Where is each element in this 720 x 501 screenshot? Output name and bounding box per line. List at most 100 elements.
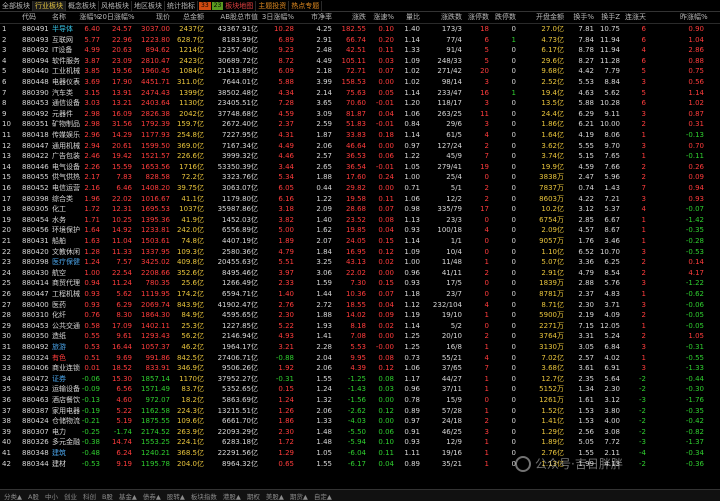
table-row[interactable]: 39 880307 电力 -0.25 -1.74 2174.52 263.9亿 22093.2… bbox=[0, 427, 720, 438]
market-tab[interactable]: 期货▲ bbox=[290, 491, 308, 501]
column-header[interactable]: 20日涨幅% bbox=[98, 12, 135, 23]
column-header[interactable]: 涨跌数 bbox=[422, 12, 462, 23]
tab-item[interactable]: 统计指标 bbox=[165, 0, 198, 11]
column-header[interactable]: 涨停数 bbox=[463, 12, 489, 23]
column-header[interactable]: 昨涨幅% bbox=[680, 12, 708, 23]
market-tab[interactable]: B股 bbox=[102, 491, 113, 501]
column-header[interactable]: 市净率 bbox=[304, 12, 332, 23]
market-tab[interactable]: 自定▲ bbox=[314, 491, 332, 501]
market-tab[interactable]: 板块指数 bbox=[191, 491, 217, 501]
table-row[interactable]: 10 880351 矿物制品 2.98 31.56 1792.39 159.7亿 2672.4… bbox=[0, 119, 720, 130]
table-row[interactable]: 32 880324 有色 0.51 9.69 991.86 842.5亿 27406.71亿 -… bbox=[0, 353, 720, 364]
column-header[interactable]: 涨跌 bbox=[334, 12, 366, 23]
cell-3日涨幅%: 4.59 bbox=[278, 109, 294, 118]
table-row[interactable]: 31 880492 旅游 0.53 16.44 1057.37 46.2亿 1964.17亿 3… bbox=[0, 342, 720, 353]
cell-AB股总市值: 2146.94亿 bbox=[222, 332, 258, 341]
cell-市净率: 2.06 bbox=[316, 406, 332, 415]
column-header[interactable]: 涨速% bbox=[368, 12, 394, 23]
market-tab[interactable]: 中小 bbox=[45, 491, 58, 501]
table-row[interactable]: 30 880350 造纸 0.55 9.61 1293.43 56.2亿 2146.94亿 4.… bbox=[0, 331, 720, 342]
table-row[interactable]: 33 880406 商业连锁 0.01 18.52 833.91 346.9亿 9506.26… bbox=[0, 363, 720, 374]
tab-item[interactable]: 行业板块 bbox=[33, 0, 66, 11]
column-header[interactable]: 现价 bbox=[134, 12, 170, 23]
market-tab[interactable]: 股转▲ bbox=[167, 491, 185, 501]
cell-code: 880351 bbox=[22, 120, 49, 129]
tab-item[interactable]: 33 bbox=[199, 1, 211, 10]
table-row[interactable]: 28 880310 化纤 0.76 8.30 1864.30 84.9亿 4595.65亿 2.… bbox=[0, 310, 720, 321]
tab-item[interactable]: 概念板块 bbox=[66, 0, 99, 11]
market-tab[interactable]: 分类▲ bbox=[4, 491, 22, 501]
column-header[interactable]: 总金额 bbox=[172, 12, 204, 23]
tab-item[interactable]: 23 bbox=[211, 1, 224, 10]
cell-量比: 1.11 bbox=[404, 449, 420, 457]
tab-item[interactable]: 地区板块 bbox=[132, 0, 165, 11]
market-tab[interactable]: 美股▲ bbox=[266, 491, 284, 501]
tab-item[interactable]: 板块地图 bbox=[223, 0, 257, 11]
table-row[interactable]: 3 880492 IT设备 4.99 20.63 894.62 1214亿 12357.40亿… bbox=[0, 45, 720, 56]
market-tab[interactable]: 基金▲ bbox=[119, 491, 137, 501]
cell-市净率: 1.88 bbox=[316, 173, 332, 182]
column-header[interactable]: 代码 bbox=[22, 12, 50, 23]
market-tab[interactable]: A股 bbox=[28, 491, 39, 501]
table-row[interactable]: 38 880424 仓储物流 -0.21 5.19 1875.55 109.6亿 6661.7… bbox=[0, 416, 720, 427]
table-row[interactable]: 14 880446 电气设备 2.26 15.59 1653.56 1716亿 53350.3… bbox=[0, 162, 720, 173]
column-header[interactable]: 量比 bbox=[396, 12, 420, 23]
cell-涨幅%: 1.72 bbox=[84, 205, 100, 214]
tab-item[interactable]: 热点专题 bbox=[289, 0, 323, 11]
table-row[interactable]: 36 880463 酒店餐饮 -0.13 4.60 972.07 18.2亿 5863.69亿… bbox=[0, 395, 720, 406]
table-row[interactable]: 34 880472 证券 -0.06 15.30 1857.14 1170亿 37952.27… bbox=[0, 374, 720, 385]
cell-换手%: 3.05 bbox=[578, 343, 594, 351]
table-row[interactable]: 25 880414 商贸代理 0.94 11.24 780.35 25.6亿 1266.49亿… bbox=[0, 278, 720, 289]
cell-现价: 2174.52 bbox=[141, 427, 170, 436]
cell-换手%: 4.63 bbox=[578, 88, 594, 97]
column-header[interactable]: 连涨天 bbox=[622, 12, 646, 23]
table-row[interactable]: 11 880418 传媒娱乐 2.96 14.29 1177.93 254.8亿 7227.9… bbox=[0, 130, 720, 141]
table-row[interactable]: 19 880454 水务 1.71 10.25 1395.36 41.9亿 1452.03亿 3… bbox=[0, 215, 720, 226]
cell-涨停数: 7 bbox=[484, 364, 489, 373]
table-row[interactable]: 1 880491 半导体 6.40 24.57 3037.00 2437亿 43367.91亿… bbox=[0, 24, 720, 35]
table-row[interactable]: 8 880453 通信设备 3.03 13.21 2403.64 1130亿 23405.51… bbox=[0, 98, 720, 109]
column-header[interactable]: 跌停数 bbox=[490, 12, 516, 23]
table-row[interactable]: 35 880423 运输设备 -0.09 6.56 1571.49 83.7亿 5352.65… bbox=[0, 384, 720, 395]
tab-item[interactable]: 风格板块 bbox=[99, 0, 132, 11]
table-row[interactable]: 5 880440 工业机械 3.85 19.56 1960.45 1084亿 21413.89… bbox=[0, 66, 720, 77]
table-row[interactable]: 7 880390 汽车类 3.15 13.91 2474.43 1399亿 38502.48亿… bbox=[0, 88, 720, 99]
table-row[interactable]: 40 880326 多元金融 -0.38 14.74 1553.25 224.1亿 6283.… bbox=[0, 437, 720, 448]
cell-连涨天: 3 bbox=[641, 343, 646, 351]
market-tab[interactable]: 科创 bbox=[83, 491, 96, 501]
tab-item[interactable]: 主题投资 bbox=[256, 0, 290, 11]
column-header[interactable]: 换手Z bbox=[594, 12, 620, 23]
table-row[interactable]: 20 880456 环境保护 1.64 14.92 1233.81 242.0亿 6556.8… bbox=[0, 225, 720, 236]
cell-20日涨幅%: 6.29 bbox=[116, 300, 132, 309]
column-header[interactable]: AB股总市值 bbox=[206, 12, 258, 23]
table-row[interactable]: 6 880448 电器仪表 3.69 17.90 4451.71 311.0亿 7644.01… bbox=[0, 77, 720, 88]
table-row[interactable]: 9 880492 元器件 2.98 16.09 2826.38 2042亿 37748.68亿… bbox=[0, 109, 720, 120]
table-row[interactable]: 24 880430 航空 1.00 22.54 2208.66 352.6亿 8495.46亿… bbox=[0, 268, 720, 279]
table-row[interactable]: 37 880387 家用电器 -0.19 5.22 1162.58 224.3亿 13215.… bbox=[0, 406, 720, 417]
row-index: 39 bbox=[2, 427, 11, 436]
market-tab[interactable]: 创业 bbox=[64, 491, 77, 501]
table-row[interactable]: 4 880494 软件服务 3.87 23.09 2810.47 2423亿 30689.72… bbox=[0, 56, 720, 67]
table-row[interactable]: 12 880447 通用机械 2.94 20.61 1599.50 369.0亿 7167.3… bbox=[0, 141, 720, 152]
table-row[interactable]: 22 880420 文教休闲 1.28 11.33 1337.95 109.3亿 2580.3… bbox=[0, 247, 720, 258]
table-row[interactable]: 13 880422 广告包装 2.46 19.42 1521.57 226.6亿 3999.3… bbox=[0, 151, 720, 162]
column-header[interactable]: 开盘金额 bbox=[518, 12, 564, 23]
table-row[interactable]: 15 880455 供气供热 2.17 7.83 828.58 72.2亿 3323.76亿 5… bbox=[0, 172, 720, 183]
table-row[interactable]: 26 880447 工程机械 0.93 5.62 1119.95 174.2亿 6594.71… bbox=[0, 289, 720, 300]
cell-市净率: 1.24 bbox=[316, 385, 332, 394]
column-header[interactable]: 换手% bbox=[566, 12, 594, 23]
table-row[interactable]: 21 880431 船舶 1.63 11.04 1503.61 74.8亿 4407.19亿 1… bbox=[0, 236, 720, 247]
market-tab[interactable]: 期权 bbox=[247, 491, 260, 501]
table-row[interactable]: 23 880398 医疗保健 1.24 7.57 3425.02 409.8亿 20455.6… bbox=[0, 257, 720, 268]
table-row[interactable]: 18 880305 化工 1.72 12.31 1695.53 1037亿 35987.86亿… bbox=[0, 204, 720, 215]
tab-item[interactable]: 全部板块 bbox=[0, 0, 33, 11]
table-row[interactable]: 29 880453 公共交通 0.58 17.09 1402.11 25.3亿 1227.85… bbox=[0, 321, 720, 332]
table-row[interactable]: 16 880452 电信运营 2.16 6.46 1408.20 39.75亿 3063.07… bbox=[0, 183, 720, 194]
table-row[interactable]: 2 880493 互联网 5.77 22.96 1223.80 628.7亿 8183.99亿… bbox=[0, 35, 720, 46]
column-header[interactable]: 3日涨幅% bbox=[260, 12, 294, 23]
market-tab[interactable]: 港股▲ bbox=[223, 491, 241, 501]
table-row[interactable]: 27 880400 医药 0.93 6.29 2069.74 843.9亿 41902.47亿… bbox=[0, 300, 720, 311]
market-tab[interactable]: 债券▲ bbox=[143, 491, 161, 501]
column-header[interactable]: 涨幅% bbox=[72, 12, 100, 23]
table-row[interactable]: 17 880398 综合类 1.96 22.02 1016.67 41.1亿 1179.80亿… bbox=[0, 194, 720, 205]
